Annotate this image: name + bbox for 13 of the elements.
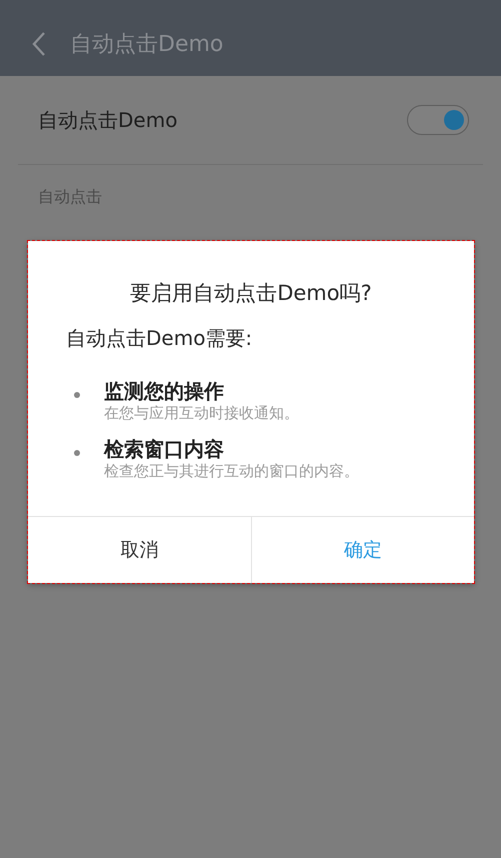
setting-label: 自动点击Demo <box>38 106 178 134</box>
toggle-switch[interactable] <box>407 105 469 135</box>
dialog-intro: 自动点击Demo需要: <box>65 325 254 352</box>
permission-title: 监测您的操作 <box>104 378 225 404</box>
back-icon[interactable] <box>30 31 48 57</box>
permission-title: 检索窗口内容 <box>104 436 225 462</box>
bullet-icon <box>74 450 80 456</box>
cancel-button[interactable]: 取消 <box>28 517 250 583</box>
permission-description: 在您与应用互动时接收通知。 <box>104 404 299 422</box>
permission-description: 检查您正与其进行互动的窗口的内容。 <box>104 462 359 480</box>
bullet-icon <box>74 392 80 398</box>
dialog-title: 要启用自动点击Demo吗? <box>129 280 373 307</box>
app-bar-title: 自动点击Demo <box>70 31 224 59</box>
